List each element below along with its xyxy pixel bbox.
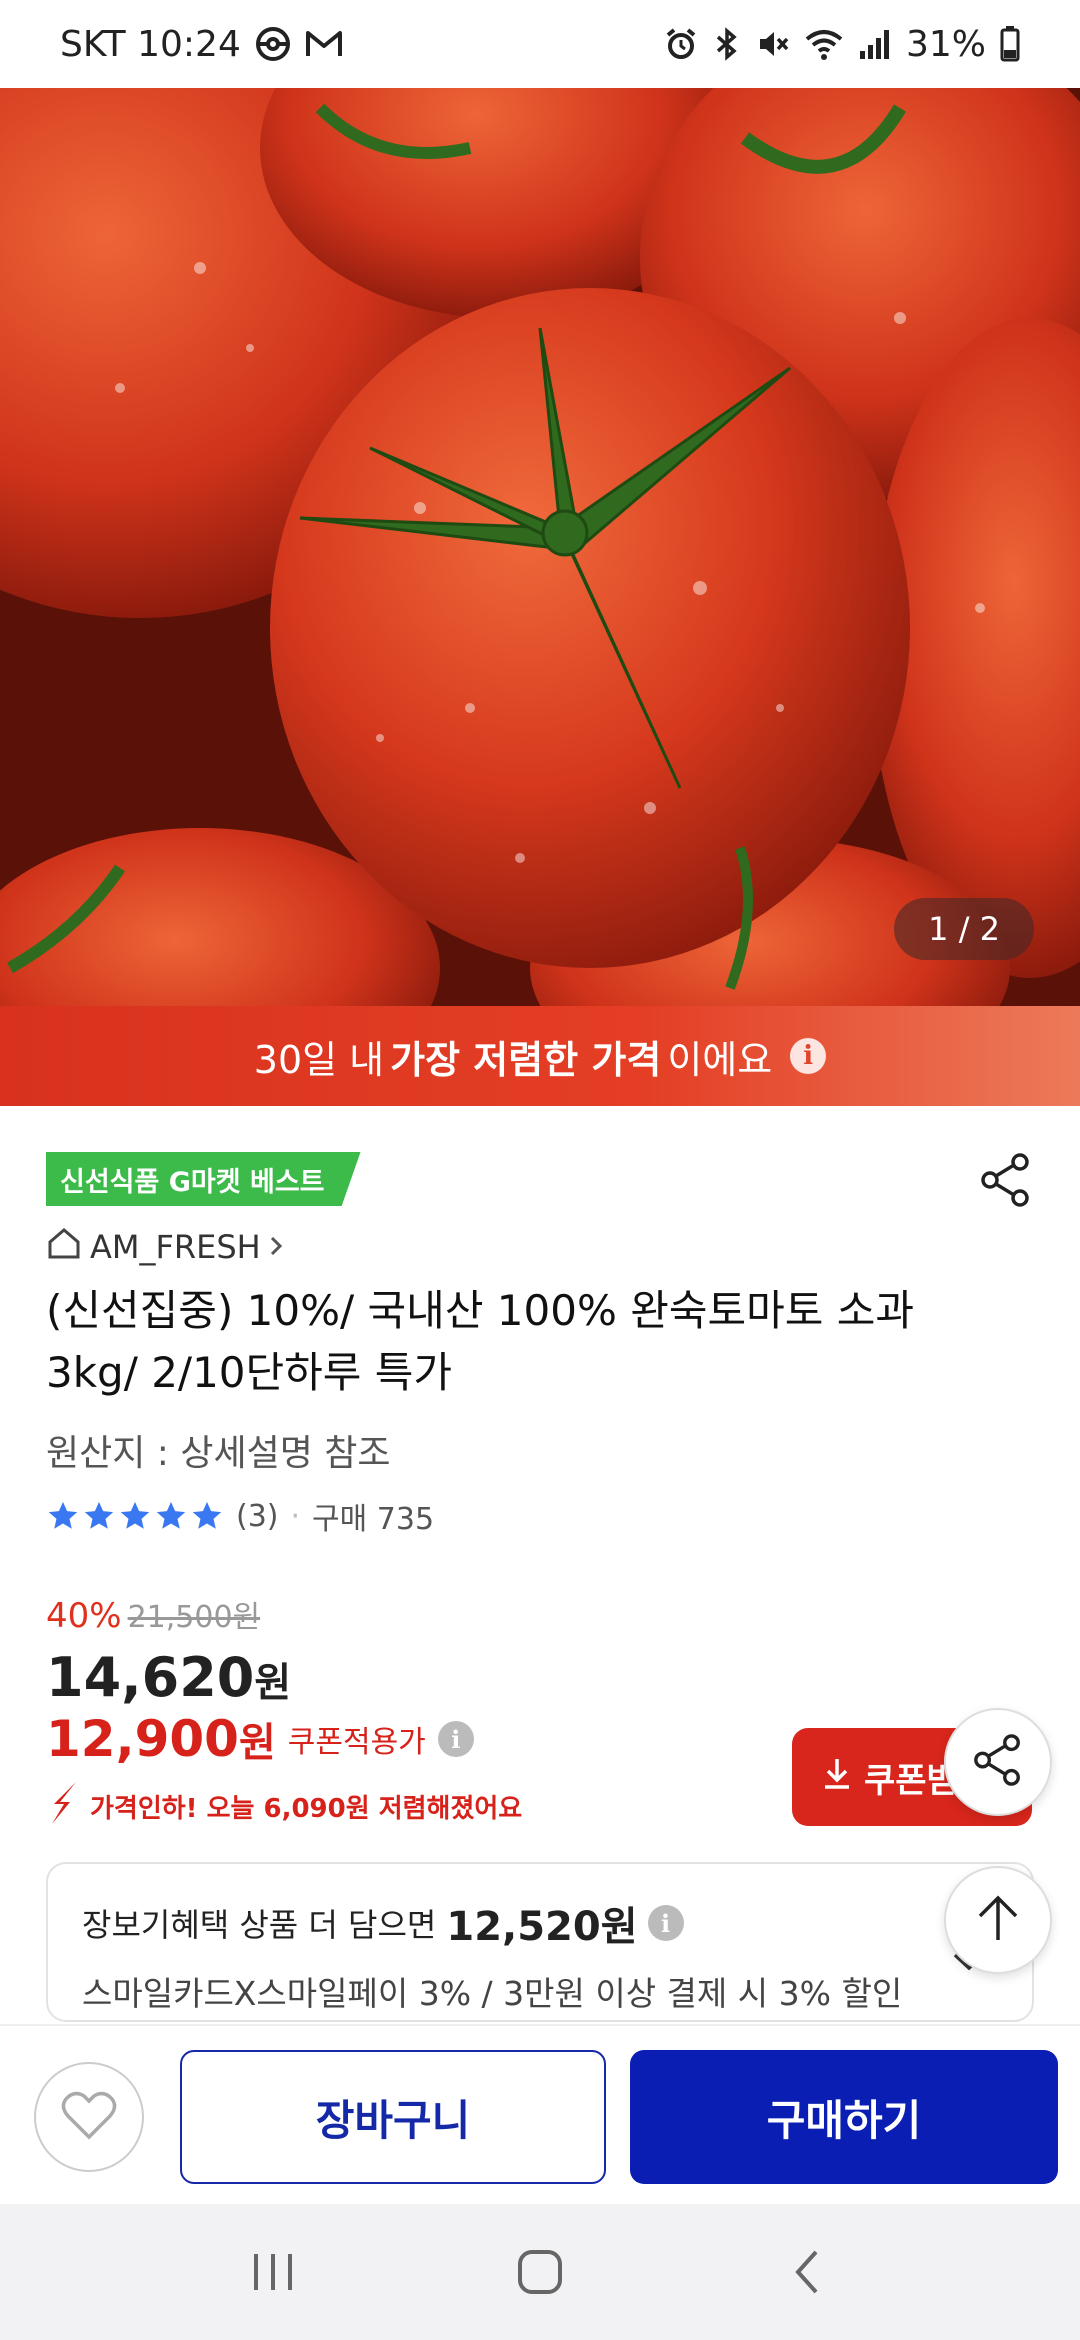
benefit-card[interactable]: 장보기혜택 상품 더 담으면 12,520원 i 스마일카드X스마일페이 3% … — [46, 1862, 1034, 2022]
review-count: (3) — [236, 1498, 279, 1534]
wifi-icon — [804, 27, 844, 61]
info-icon[interactable]: i — [647, 1905, 684, 1941]
arrow-up-icon — [974, 1892, 1022, 1948]
coupon-price-unit: 원 — [238, 1720, 276, 1766]
star-icon — [156, 1501, 186, 1529]
add-to-cart-button[interactable]: 장바구니 — [180, 2050, 606, 2184]
chevron-right-icon — [269, 1228, 285, 1266]
sale-price-unit: 원 — [254, 1660, 292, 1706]
home-icon — [46, 1226, 82, 1268]
star-rating — [46, 1499, 224, 1533]
status-bar: SKT 10:24 31% — [0, 0, 1080, 88]
coupon-price: 12,900원 — [46, 1710, 276, 1768]
coupon-price-value: 12,900 — [46, 1710, 239, 1768]
banner-bold-text: 가장 저렴한 가격 — [390, 1037, 662, 1082]
download-icon — [822, 1756, 852, 1799]
star-icon — [192, 1501, 222, 1529]
bluetooth-icon — [712, 27, 742, 61]
coupon-price-label: 쿠폰적용가 — [287, 1725, 426, 1760]
mute-icon — [756, 27, 790, 61]
product-title: (신선집중) 10%/ 국내산 100% 완숙토마토 소과 3kg/ 2/10단… — [46, 1286, 915, 1397]
signal-icon — [858, 27, 892, 61]
best-badge: 신선식품 G마켓 베스트 — [46, 1152, 361, 1206]
seller-link[interactable]: AM_FRESH — [46, 1226, 285, 1268]
bottom-action-bar: 장바구니 구매하기 — [0, 2024, 1080, 2204]
carrier-time: SKT 10:24 — [60, 23, 241, 65]
purchase-count: 구매 735 — [312, 1502, 435, 1537]
lowest-price-banner: 30일 내 가장 저렴한 가격 이에요 i — [0, 1006, 1080, 1106]
carousel-page-indicator: 1 / 2 — [894, 898, 1034, 960]
pokeball-icon — [255, 26, 291, 62]
product-image-carousel[interactable]: 1 / 2 — [0, 88, 1080, 1006]
wishlist-button[interactable] — [34, 2062, 144, 2172]
sale-price-value: 14,620 — [46, 1646, 255, 1709]
down-arrow-icon — [46, 1780, 84, 1833]
share-icon — [971, 1733, 1025, 1791]
sale-price: 14,620원 — [46, 1646, 291, 1709]
star-icon — [48, 1501, 78, 1529]
share-icon[interactable] — [978, 1152, 1034, 1208]
alarm-icon — [664, 27, 698, 61]
benefit-amount: 12,520원 — [446, 1904, 638, 1950]
buy-now-button[interactable]: 구매하기 — [630, 2050, 1058, 2184]
battery-percent: 31% — [905, 23, 986, 65]
benefit-detail: 스마일카드X스마일페이 3% / 3만원 이상 결제 시 3% 할인 — [82, 1974, 903, 2013]
banner-prefix: 30일 내 — [253, 1037, 385, 1082]
coupon-price-row: 12,900원 쿠폰적용가 i — [46, 1710, 474, 1768]
info-icon[interactable]: i — [790, 1038, 827, 1074]
banner-suffix: 이에요 — [667, 1037, 773, 1082]
heart-icon — [60, 2089, 118, 2145]
original-price: 21,500원 — [127, 1600, 261, 1635]
price-drop-text: 가격인하! 오늘 6,090원 저렴해졌어요 — [90, 1794, 523, 1824]
benefit-prefix: 장보기혜택 상품 더 담으면 — [82, 1906, 437, 1944]
info-icon[interactable]: i — [437, 1721, 474, 1757]
system-navigation-bar — [0, 2204, 1080, 2340]
star-icon — [84, 1501, 114, 1529]
gmail-icon — [305, 29, 343, 59]
scroll-to-top-button[interactable] — [944, 1866, 1052, 1974]
battery-icon — [1000, 26, 1020, 62]
benefit-headline: 장보기혜택 상품 더 담으면 12,520원 i — [82, 1894, 998, 1952]
price-drop-notice: 가격인하! 오늘 6,090원 저렴해졌어요 — [46, 1780, 522, 1833]
tomato-photo — [0, 88, 1080, 1006]
back-icon[interactable] — [767, 2232, 847, 2312]
floating-share-button[interactable] — [944, 1708, 1052, 1816]
separator-dot: · — [290, 1498, 301, 1534]
product-origin: 원산지 : 상세설명 참조 — [46, 1433, 391, 1474]
home-button-icon[interactable] — [500, 2232, 580, 2312]
rating-row[interactable]: (3) · 구매 735 — [46, 1494, 434, 1538]
discount-row: 40% 21,500원 — [46, 1592, 260, 1636]
recent-apps-icon[interactable] — [233, 2232, 313, 2312]
star-icon — [120, 1501, 150, 1529]
discount-percent: 40% — [46, 1596, 122, 1636]
seller-name: AM_FRESH — [90, 1228, 261, 1266]
